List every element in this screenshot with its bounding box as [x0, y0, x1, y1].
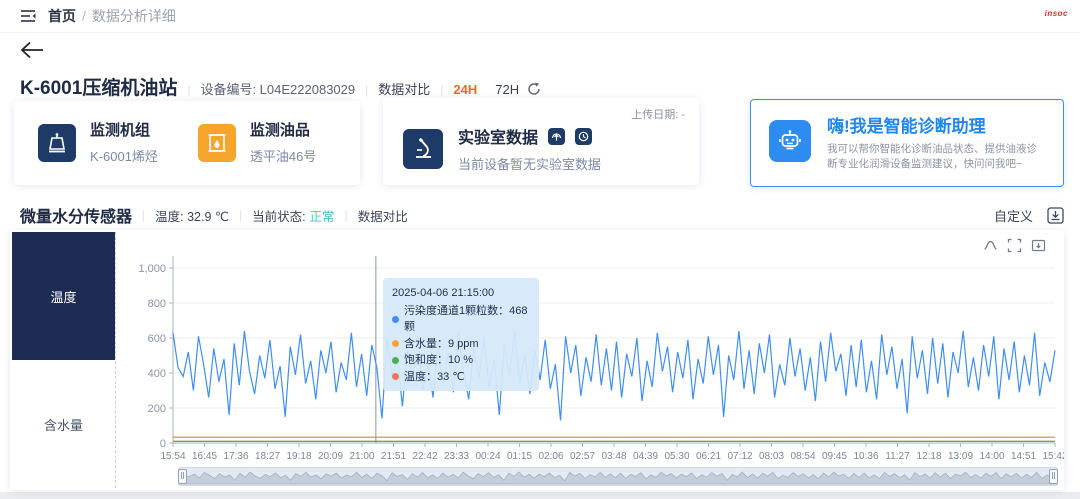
- svg-text:09:45: 09:45: [822, 451, 847, 462]
- divider: |: [440, 83, 443, 97]
- data-compare-label[interactable]: 数据对比: [378, 79, 430, 98]
- device-header: K-6001压缩机油站 | 设备编号: L04E222083029 | 数据对比…: [20, 73, 541, 100]
- svg-text:01:15: 01:15: [507, 451, 532, 462]
- divider: |: [345, 208, 348, 222]
- robot-icon: [769, 120, 811, 162]
- svg-text:11:27: 11:27: [885, 451, 910, 462]
- svg-text:23:33: 23:33: [444, 451, 469, 462]
- svg-text:00:24: 00:24: [475, 451, 500, 462]
- back-button[interactable]: [20, 41, 44, 64]
- divider: |: [239, 208, 242, 222]
- lab-data-card: 上传日期: - 实验室数据: [383, 98, 699, 185]
- monitor-card: 监测机组 K-6001烯烃 监测油品 透平油46号: [14, 101, 360, 185]
- svg-text:12:18: 12:18: [916, 451, 941, 462]
- logo-text: insoc: [1045, 9, 1068, 18]
- page-content: K-6001压缩机油站 | 设备编号: L04E222083029 | 数据对比…: [0, 33, 1080, 492]
- svg-text:07:12: 07:12: [727, 451, 752, 462]
- monitor-oil-title: 监测油品: [250, 121, 316, 141]
- range-72h-button[interactable]: 72H: [495, 82, 519, 97]
- sensor-compare-label[interactable]: 数据对比: [358, 206, 408, 225]
- datazoom-minimap: [179, 468, 1057, 485]
- svg-text:16:45: 16:45: [192, 451, 217, 462]
- svg-text:15:54: 15:54: [160, 451, 185, 462]
- menu-fold-icon[interactable]: [20, 9, 36, 23]
- breadcrumb-home[interactable]: 首页: [48, 6, 76, 26]
- ai-assistant-card[interactable]: 嗨!我是智能诊断助理 我可以帮你智能化诊断油品状态、提供油液诊 断专业化润滑设备…: [750, 99, 1064, 187]
- oil-barrel-icon: [198, 124, 236, 162]
- history-clock-icon[interactable]: [575, 128, 592, 145]
- lab-data-subtitle: 当前设备暂无实验室数据: [458, 154, 601, 173]
- range-24h-button[interactable]: 24H: [453, 82, 477, 97]
- sensor-line-chart[interactable]: 0 200 400 600 800 1,000 15:54 16:45 17:36 18:27 19…: [115, 230, 1064, 464]
- divider: |: [142, 208, 145, 222]
- divider: |: [187, 83, 190, 97]
- upload-icon[interactable]: [548, 128, 565, 145]
- monitor-unit-value: K-6001烯烃: [90, 146, 158, 165]
- sensor-temperature: 温度: 32.9 ℃: [155, 206, 229, 225]
- svg-text:03:48: 03:48: [601, 451, 626, 462]
- svg-text:1,000: 1,000: [138, 263, 166, 275]
- download-icon[interactable]: [1047, 207, 1064, 224]
- monitor-unit-group: 监测机组 K-6001烯烃: [38, 121, 158, 165]
- top-bar: 首页 / 数据分析详细 insoc: [0, 0, 1080, 33]
- svg-text:200: 200: [148, 403, 166, 415]
- svg-text:02:06: 02:06: [538, 451, 563, 462]
- monitor-oil-group: 监测油品 透平油46号: [198, 121, 316, 165]
- svg-text:10:36: 10:36: [853, 451, 878, 462]
- monitor-oil-value: 透平油46号: [250, 146, 316, 165]
- svg-text:22:42: 22:42: [412, 451, 437, 462]
- datazoom-slider[interactable]: [178, 467, 1058, 486]
- svg-text:21:51: 21:51: [381, 451, 406, 462]
- svg-text:800: 800: [148, 298, 166, 310]
- svg-text:600: 600: [148, 333, 166, 345]
- ai-assistant-title: 嗨!我是智能诊断助理: [827, 116, 1037, 138]
- svg-text:400: 400: [148, 368, 166, 380]
- sensor-section-header: 微量水分传感器 | 温度: 32.9 ℃ | 当前状态: 正常 | 数据对比 自…: [20, 203, 1064, 227]
- svg-text:18:27: 18:27: [255, 451, 280, 462]
- svg-text:15:42: 15:42: [1042, 451, 1064, 462]
- svg-text:19:18: 19:18: [286, 451, 311, 462]
- tab-temperature[interactable]: 温度: [12, 232, 115, 360]
- custom-range-button[interactable]: 自定义: [994, 206, 1033, 225]
- svg-text:17:36: 17:36: [223, 451, 248, 462]
- datazoom-left-handle[interactable]: [178, 469, 187, 484]
- divider: |: [365, 83, 368, 97]
- svg-text:13:09: 13:09: [948, 451, 973, 462]
- datazoom-right-handle[interactable]: [1049, 469, 1058, 484]
- svg-text:08:54: 08:54: [790, 451, 815, 462]
- upload-date: 上传日期: -: [631, 106, 685, 122]
- svg-text:06:21: 06:21: [696, 451, 721, 462]
- breadcrumb-current: 数据分析详细: [92, 6, 176, 26]
- status-badge: 正常: [310, 206, 335, 225]
- svg-text:14:00: 14:00: [979, 451, 1004, 462]
- svg-text:02:57: 02:57: [570, 451, 595, 462]
- ai-assistant-desc-line1: 我可以帮你智能化诊断油品状态、提供油液诊: [827, 142, 1037, 157]
- svg-text:08:03: 08:03: [759, 451, 784, 462]
- sensor-chart-card: 温度 含水量 0 200 400 600 800 1,000 15:54 16:45 17:36…: [10, 230, 1064, 490]
- lab-data-title: 实验室数据: [458, 124, 538, 148]
- microscope-icon: [403, 129, 443, 169]
- sensor-title: 微量水分传感器: [20, 203, 132, 227]
- ai-assistant-desc-line2: 断专业化润滑设备监测建议，快问问我吧~: [827, 157, 1037, 172]
- tab-water-content[interactable]: 含水量: [12, 360, 115, 488]
- breadcrumb-separator: /: [82, 8, 86, 24]
- chart-tab-column: 温度 含水量: [12, 232, 116, 488]
- page-title: K-6001压缩机油站: [20, 73, 177, 100]
- monitor-unit-title: 监测机组: [90, 121, 158, 141]
- svg-text:04:39: 04:39: [633, 451, 658, 462]
- svg-text:14:51: 14:51: [1011, 451, 1036, 462]
- device-number: 设备编号: L04E222083029: [200, 79, 355, 98]
- sensor-status-label: 当前状态:: [252, 206, 305, 225]
- svg-text:05:30: 05:30: [664, 451, 689, 462]
- compressor-icon: [38, 124, 76, 162]
- svg-text:0: 0: [160, 438, 166, 450]
- svg-text:20:09: 20:09: [318, 451, 343, 462]
- svg-text:21:00: 21:00: [349, 451, 374, 462]
